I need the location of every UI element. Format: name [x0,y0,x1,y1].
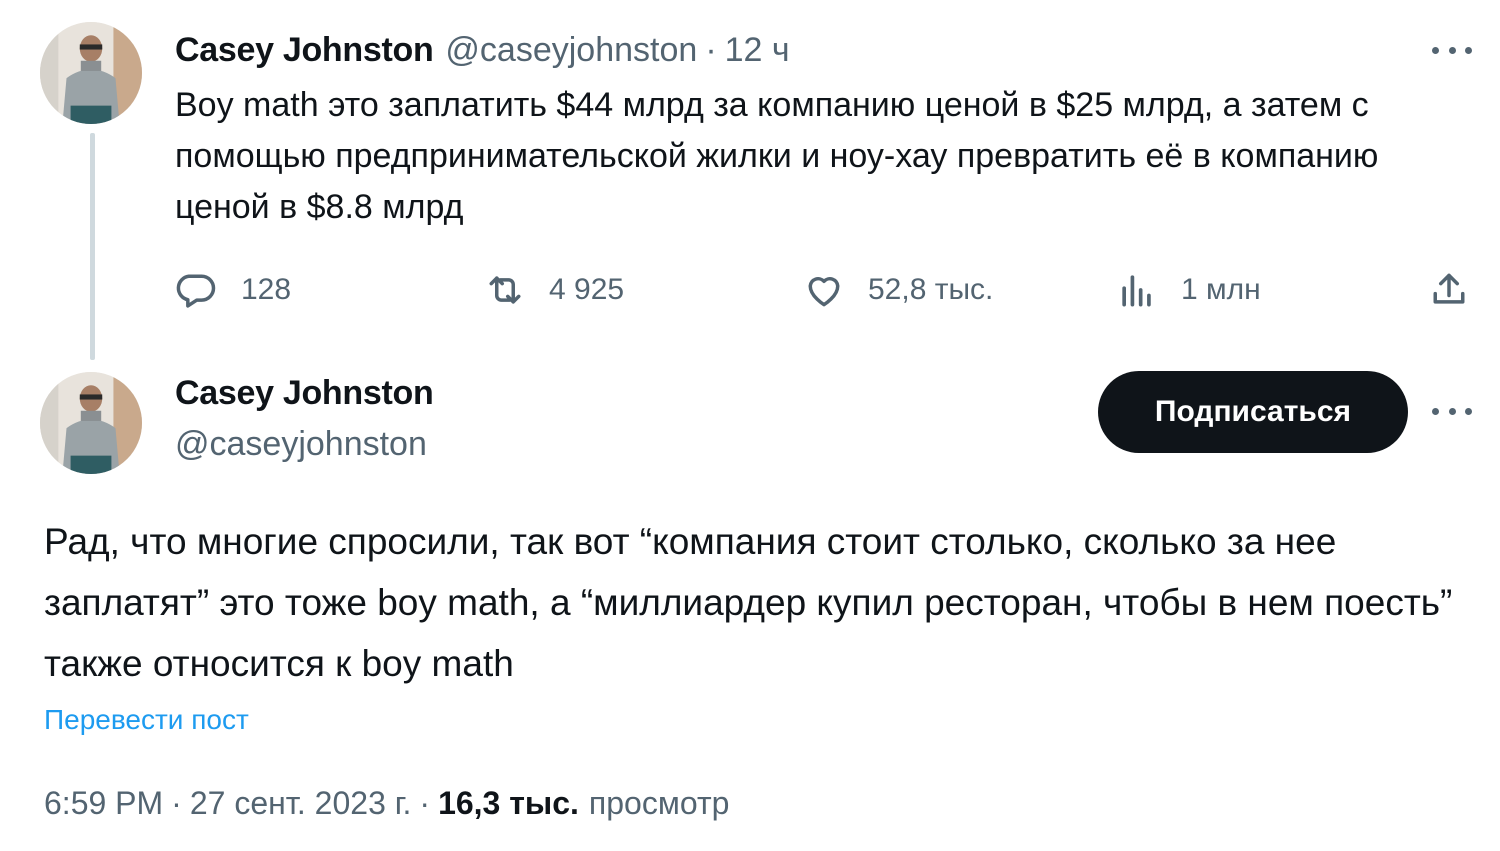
tweet-actions: 128 4 925 52,8 тыс. 1 млн [175,262,1475,318]
avatar-photo [40,372,142,474]
post-date[interactable]: 27 сент. 2023 г. [190,785,412,822]
views-icon [1122,275,1151,307]
avatar[interactable] [40,372,142,474]
repost-icon [489,276,521,304]
translate-post-link[interactable]: Перевести пост [44,704,249,736]
post-time[interactable]: 6:59 PM [44,785,163,822]
post-time[interactable]: 12 ч [725,31,790,70]
tweet1-header: Casey Johnston @caseyjohnston · 12 ч [175,28,790,72]
tweet-text: Boy math это заплатить $44 млрд за компа… [175,86,1379,226]
avatar-photo [40,22,142,124]
author-name[interactable]: Casey Johnston [175,374,434,413]
author-name[interactable]: Casey Johnston [175,31,434,70]
share-button[interactable] [1427,262,1471,318]
more-options-icon[interactable] [1432,40,1472,60]
tweet-text: Рад, что многие спросили, так вот “компа… [44,521,1453,684]
reply-icon [176,274,216,308]
reply-count: 128 [241,273,292,306]
heart-icon [808,277,840,307]
avatar[interactable] [40,22,142,124]
views-count: 16,3 тыс. [438,785,579,821]
follow-button[interactable]: Подписаться [1098,371,1408,453]
separator: · [419,785,431,821]
repost-button[interactable]: 4 925 [483,262,624,318]
views-count: 1 млн [1181,273,1261,306]
like-count: 52,8 тыс. [868,273,994,306]
reply-button[interactable]: 128 [175,262,291,318]
thread-connector [90,133,95,360]
separator: · [705,30,717,69]
author-handle[interactable]: @caseyjohnston [445,31,697,70]
more-options-icon[interactable] [1432,401,1472,421]
repost-count: 4 925 [549,273,625,306]
separator: · [171,785,182,821]
views-label: просмотр [588,785,730,821]
like-button[interactable]: 52,8 тыс. [802,262,993,318]
author-handle[interactable]: @caseyjohnston [175,425,427,464]
share-icon [1433,273,1465,304]
views-button[interactable]: 1 млн [1115,262,1261,318]
post-meta: 6:59 PM · 27 сент. 2023 г. · 16,3 тыс. п… [44,785,729,822]
